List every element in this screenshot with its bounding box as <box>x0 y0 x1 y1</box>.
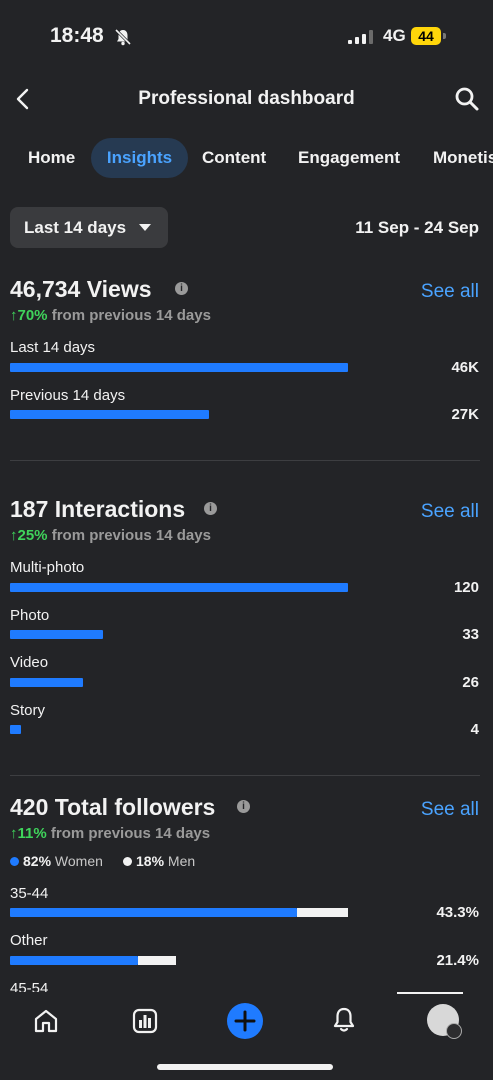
age-bar <box>10 908 348 917</box>
home-indicator <box>157 1064 333 1070</box>
interactions-bar <box>10 630 103 639</box>
women-label: Women <box>54 853 103 869</box>
views-row-value: 27K <box>451 406 479 423</box>
women-legend-dot <box>10 857 19 866</box>
bell-off-icon <box>114 28 132 46</box>
page-title: Professional dashboard <box>138 88 355 109</box>
tab-monetisation[interactable]: Monetis <box>433 148 493 168</box>
section-divider <box>10 775 480 776</box>
info-icon[interactable]: i <box>204 502 217 515</box>
interactions-row-label: Multi-photo <box>10 559 85 576</box>
followers-change: ↑11% from previous 14 days <box>10 825 210 842</box>
network-type: 4G <box>383 26 406 45</box>
home-icon[interactable] <box>33 1008 59 1034</box>
interactions-bar <box>10 678 83 687</box>
age-row-value: 43.3% <box>436 904 479 921</box>
followers-title: 420 Total followers <box>10 794 216 820</box>
plus-icon <box>234 1010 256 1032</box>
interactions-change: ↑25% from previous 14 days <box>10 527 211 544</box>
info-icon[interactable]: i <box>175 282 188 295</box>
interactions-row-value: 33 <box>462 626 479 643</box>
tab-insights[interactable]: Insights <box>91 138 188 178</box>
tab-engagement[interactable]: Engagement <box>298 148 400 168</box>
interactions-change-pct: ↑25% <box>10 527 48 544</box>
interactions-change-text: from previous 14 days <box>51 527 211 544</box>
age-bar <box>10 956 176 965</box>
tab-content[interactable]: Content <box>202 148 266 168</box>
views-change-text: from previous 14 days <box>51 307 211 324</box>
interactions-row-value: 4 <box>470 721 479 738</box>
battery-tip <box>443 33 446 39</box>
interactions-row-label: Story <box>10 702 46 719</box>
caret-down-icon <box>139 224 151 231</box>
interactions-see-all-link[interactable]: See all <box>421 501 479 523</box>
men-pct: 18% <box>136 853 165 869</box>
views-row-label: Previous 14 days <box>10 387 126 404</box>
age-bar-women <box>10 956 138 965</box>
age-bar-women <box>10 908 297 917</box>
interactions-row-value: 26 <box>462 674 479 691</box>
men-legend: 18% Men <box>136 853 195 869</box>
date-range: 11 Sep - 24 Sep <box>355 218 479 237</box>
insights-icon[interactable] <box>132 1008 158 1034</box>
women-pct: 82% <box>23 853 52 869</box>
views-title: 46,734 Views <box>10 276 152 302</box>
interactions-row-label: Video <box>10 654 49 671</box>
interactions-title: 187 Interactions <box>10 496 186 522</box>
views-see-all-link[interactable]: See all <box>421 281 479 303</box>
signal-icon <box>348 30 373 44</box>
women-legend: 82% Women <box>23 853 103 869</box>
status-time: 18:48 <box>50 24 104 47</box>
views-row-value: 46K <box>451 359 479 376</box>
followers-change-text: from previous 14 days <box>50 825 211 842</box>
section-divider <box>10 460 480 461</box>
views-row-label: Last 14 days <box>10 339 96 356</box>
age-bar-men <box>138 956 176 965</box>
views-bar <box>10 410 209 419</box>
age-row-label: Other <box>10 932 48 949</box>
followers-change-pct: ↑11% <box>10 825 47 842</box>
info-icon[interactable]: i <box>237 800 250 813</box>
battery-icon: 44 <box>411 27 441 45</box>
create-button[interactable] <box>227 1003 263 1039</box>
notifications-icon[interactable] <box>331 1006 357 1034</box>
views-change-pct: ↑70% <box>10 307 48 324</box>
age-row-label: 35-44 <box>10 885 49 902</box>
followers-see-all-link[interactable]: See all <box>421 799 479 821</box>
interactions-row-value: 120 <box>453 579 479 596</box>
search-icon[interactable] <box>454 86 480 112</box>
interactions-bar <box>10 583 348 592</box>
scroll-indicator <box>397 992 463 994</box>
views-change: ↑70% from previous 14 days <box>10 307 211 324</box>
men-legend-dot <box>123 857 132 866</box>
interactions-bar <box>10 725 21 734</box>
tab-home[interactable]: Home <box>28 148 75 168</box>
age-bar-men <box>297 908 348 917</box>
views-bar <box>10 363 348 372</box>
men-label: Men <box>167 853 196 869</box>
period-label: Last 14 days <box>24 218 127 237</box>
interactions-row-label: Photo <box>10 607 50 624</box>
age-row-value: 21.4% <box>436 952 479 969</box>
account-badge-icon <box>446 1023 462 1039</box>
